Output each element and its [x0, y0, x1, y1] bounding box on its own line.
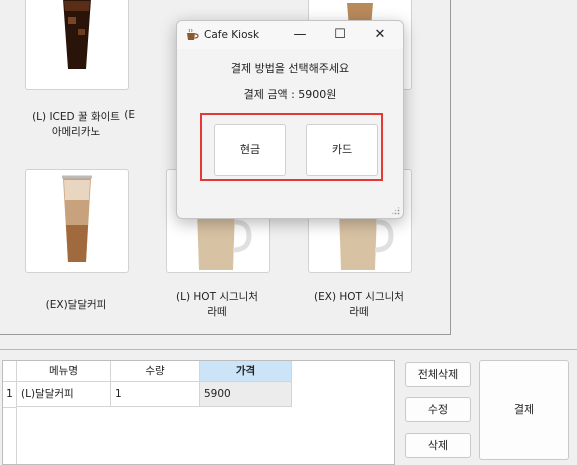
iced-latte-icon: [62, 175, 92, 262]
payment-amount: 결제 금액 : 5900원: [243, 88, 337, 101]
coffee-cup-icon: [187, 28, 199, 40]
menu-item-label-3: (EX)달달커피: [45, 299, 107, 311]
row-header[interactable]: 1: [3, 382, 17, 408]
menu-item-image-3[interactable]: [25, 169, 129, 273]
cell-menu-name[interactable]: (L)달달커피: [17, 382, 111, 407]
iced-americano-icon: [63, 0, 91, 69]
dialog-titlebar[interactable]: Cafe Kiosk — ☐ ✕: [177, 21, 403, 49]
edit-button[interactable]: 수정: [405, 397, 471, 422]
clear-all-button[interactable]: 전체삭제: [405, 362, 471, 387]
minimize-button[interactable]: —: [280, 21, 320, 49]
cart-table[interactable]: 메뉴명 수량 가격 1 (L)달달커피 1 5900: [2, 360, 395, 465]
row-header-gutter: [3, 408, 17, 464]
column-header-price[interactable]: 가격: [200, 361, 292, 382]
card-button[interactable]: 카드: [306, 124, 378, 176]
column-header-qty[interactable]: 수량: [111, 361, 200, 382]
cell-quantity[interactable]: 1: [111, 382, 200, 407]
payment-dialog: Cafe Kiosk — ☐ ✕ 결제 방법을 선택해주세요 결제 금액 : 5…: [176, 20, 404, 219]
pay-button[interactable]: 결제: [479, 360, 569, 460]
menu-item-label-4: (L) HOT 시그니처 라떼: [176, 291, 258, 318]
table-corner: [3, 361, 17, 382]
menu-item-label-1: (E: [124, 109, 135, 121]
dialog-title: Cafe Kiosk: [204, 29, 260, 41]
cell-price[interactable]: 5900: [200, 382, 292, 407]
delete-button[interactable]: 삭제: [405, 433, 471, 458]
section-divider: [0, 349, 577, 350]
menu-item-image-0[interactable]: [25, 0, 129, 90]
resize-grip-icon[interactable]: [392, 207, 400, 215]
maximize-button[interactable]: ☐: [320, 21, 360, 49]
menu-item-label-5: (EX) HOT 시그니처 라떼: [314, 291, 404, 318]
payment-prompt: 결제 방법을 선택해주세요: [230, 62, 350, 75]
column-header-name[interactable]: 메뉴명: [17, 361, 111, 382]
close-button[interactable]: ✕: [360, 21, 400, 49]
cash-button[interactable]: 현금: [214, 124, 286, 176]
